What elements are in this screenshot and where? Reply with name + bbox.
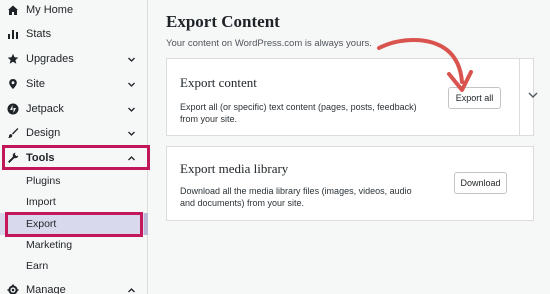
- export-highlight-box: [5, 212, 143, 237]
- sidebar-item-upgrades[interactable]: Upgrades: [0, 47, 148, 71]
- sidebar-subitem-label: Import: [26, 196, 56, 208]
- sidebar-item-label: Site: [26, 78, 45, 90]
- sidebar-item-label: Jetpack: [26, 103, 64, 115]
- export-content-heading: Export content: [180, 75, 257, 90]
- star-icon: [7, 53, 19, 65]
- sidebar-item-label: Stats: [26, 28, 52, 40]
- page-subtitle: Your content on WordPress.com is always …: [166, 38, 372, 49]
- sidebar-item-label: Upgrades: [26, 53, 74, 65]
- chevron-down-icon: [127, 55, 136, 64]
- sidebar-item-stats[interactable]: Stats: [0, 22, 148, 46]
- sidebar-item-jetpack[interactable]: Jetpack: [0, 97, 148, 121]
- export-media-card: Export media library Download all the me…: [166, 146, 534, 221]
- home-icon: [7, 4, 19, 16]
- chevron-down-icon: [127, 105, 136, 114]
- main-content: Export Content Your content on WordPress…: [149, 0, 550, 294]
- sidebar-item-manage[interactable]: Manage: [0, 278, 148, 294]
- annotation-arrow: [377, 38, 473, 92]
- sidebar-item-label: Design: [26, 127, 61, 139]
- export-media-heading: Export media library: [180, 161, 289, 176]
- sidebar-item-site[interactable]: Site: [0, 72, 148, 96]
- page-title: Export Content: [166, 12, 280, 31]
- brush-icon: [7, 127, 19, 139]
- expand-export-options[interactable]: [526, 90, 540, 104]
- sidebar-subitem-label: Marketing: [26, 239, 73, 251]
- location-icon: [7, 78, 19, 90]
- sidebar-item-label: My Home: [26, 4, 74, 16]
- export-media-description: Download all the media library files (im…: [180, 186, 412, 208]
- chevron-up-icon: [127, 286, 136, 294]
- sidebar-subitem-label: Earn: [26, 260, 49, 272]
- chevron-down-icon: [127, 80, 136, 89]
- tools-highlight-box: [2, 145, 150, 170]
- gear-icon: [7, 284, 19, 294]
- export-content-description: Export all (or specific) text content (p…: [180, 102, 417, 124]
- sidebar-subitem-earn[interactable]: Earn: [0, 255, 148, 277]
- sidebar-subitem-import[interactable]: Import: [0, 191, 148, 213]
- sidebar-item-design[interactable]: Design: [0, 121, 148, 145]
- chevron-down-icon: [127, 129, 136, 138]
- sidebar-subitem-marketing[interactable]: Marketing: [0, 234, 148, 256]
- sidebar-item-label: Manage: [26, 284, 66, 294]
- sidebar-subitem-plugins[interactable]: Plugins: [0, 170, 148, 192]
- chevron-down-icon: [527, 88, 539, 106]
- sidebar-subitem-label: Plugins: [26, 175, 61, 187]
- card-divider: [519, 58, 520, 136]
- download-button[interactable]: Download: [454, 172, 507, 194]
- stats-icon: [7, 28, 19, 40]
- jetpack-icon: [7, 103, 19, 115]
- sidebar-item-my-home[interactable]: My Home: [0, 0, 148, 22]
